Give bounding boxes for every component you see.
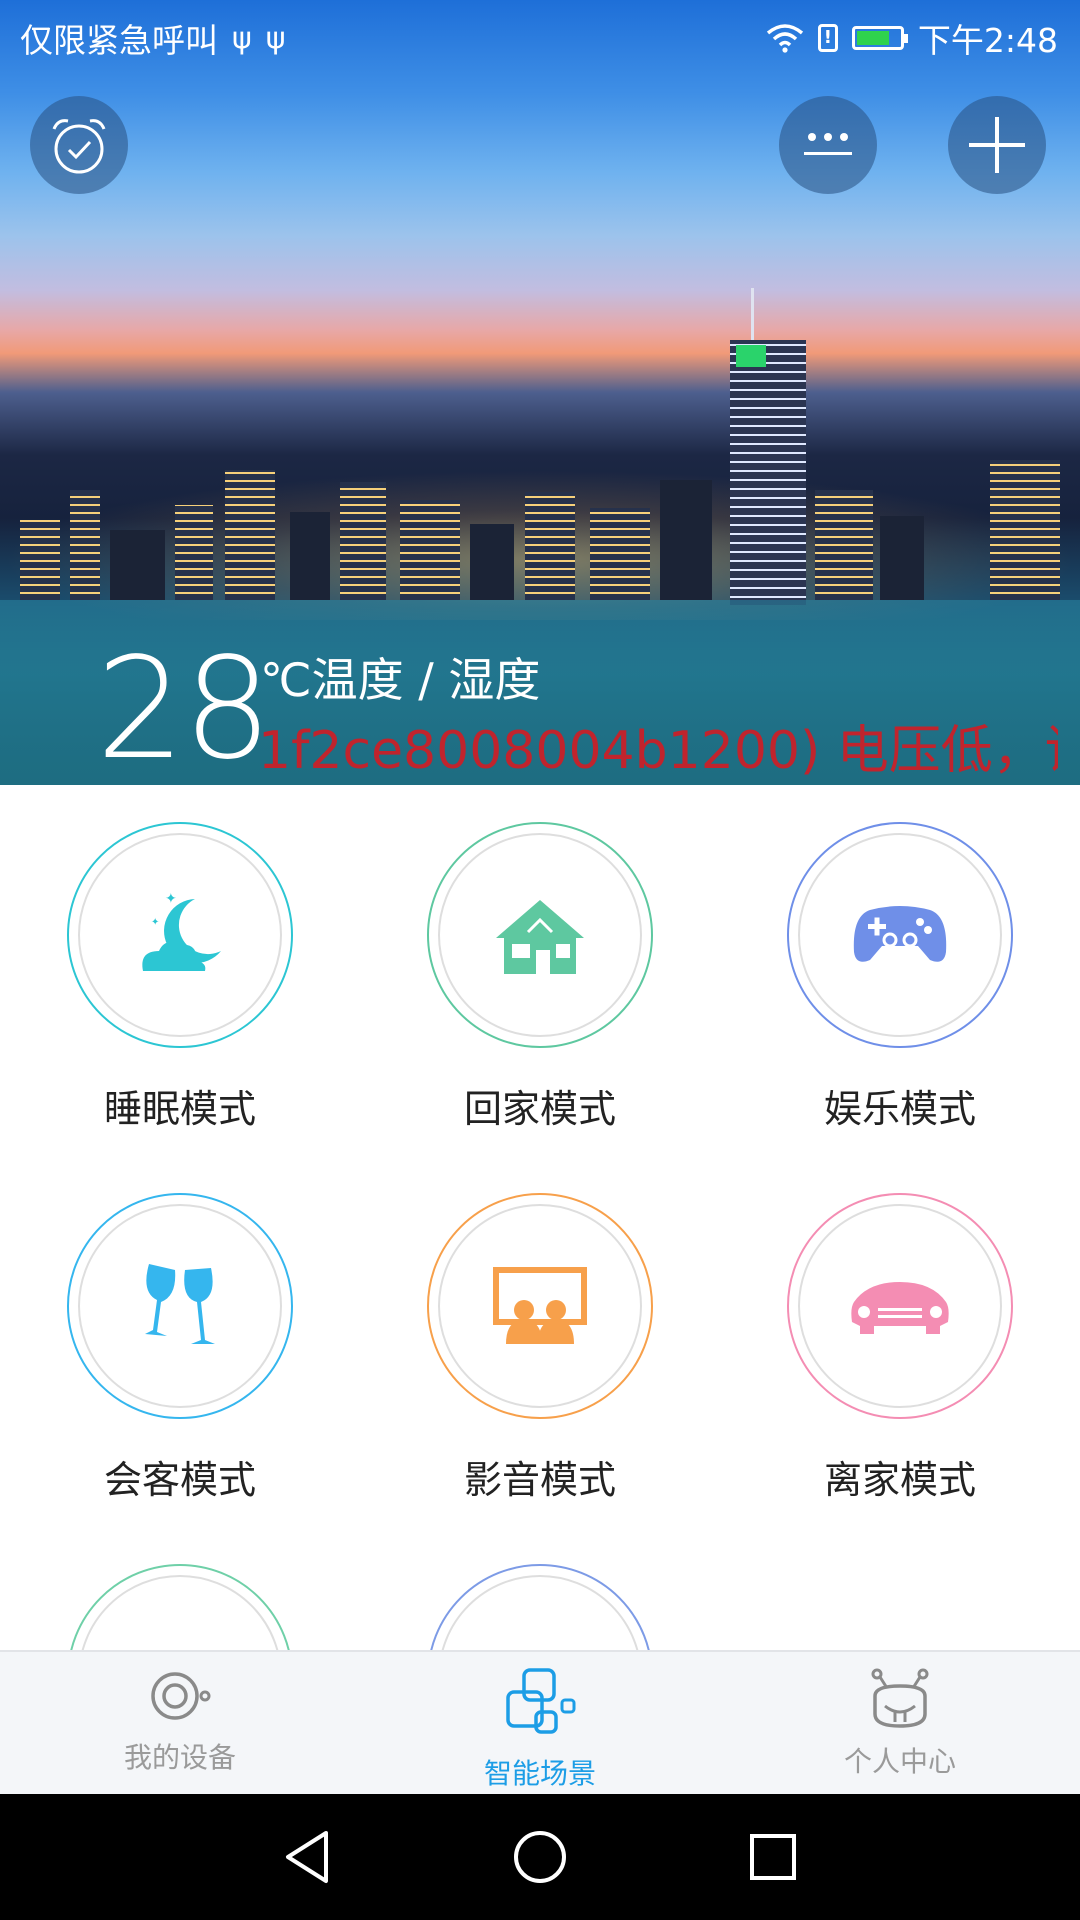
low-voltage-warning: 1f2ce8008004b1200) 电压低，请 bbox=[258, 721, 1058, 781]
tower-sign bbox=[736, 345, 766, 367]
usb-icon: ψ bbox=[232, 20, 252, 56]
cinema-icon bbox=[493, 1267, 587, 1344]
nav-smart-scenes[interactable]: 智能场景 bbox=[360, 1652, 720, 1796]
building bbox=[110, 530, 165, 600]
carrier-text: 仅限紧急呼叫 bbox=[20, 21, 218, 60]
building bbox=[880, 516, 924, 600]
scene-entertainment[interactable]: 娱乐模式 bbox=[780, 822, 1020, 1133]
scene-grid: ✦ ✦ 睡眠模式 回家模式 娱乐模式 会客模式 影音模式 离家模式 bbox=[0, 785, 1080, 1650]
alarm-clock-icon bbox=[52, 119, 106, 174]
battery-icon bbox=[851, 26, 908, 50]
scene-ring bbox=[67, 1564, 293, 1650]
add-button[interactable] bbox=[948, 96, 1046, 194]
bottom-navigation: 我的设备 智能场景 个人中心 bbox=[0, 1650, 1080, 1796]
building bbox=[470, 524, 514, 600]
scene-label: 娱乐模式 bbox=[823, 1087, 976, 1131]
building bbox=[225, 470, 275, 600]
more-icon bbox=[804, 133, 852, 155]
status-right: ! 下午2:48 bbox=[766, 14, 1058, 62]
scene-ring-inner bbox=[438, 1204, 642, 1408]
building bbox=[290, 512, 330, 600]
temperature-humidity-label: ℃温度 / 湿度 bbox=[260, 653, 541, 707]
scene-partial[interactable] bbox=[60, 1564, 300, 1650]
building bbox=[20, 520, 60, 600]
scene-label: 睡眠模式 bbox=[103, 1087, 256, 1131]
scene-label: 回家模式 bbox=[463, 1087, 616, 1131]
smart-scene-icon bbox=[506, 1668, 576, 1734]
scene-label: 影音模式 bbox=[463, 1458, 616, 1502]
house-icon bbox=[496, 900, 584, 974]
building bbox=[525, 492, 575, 600]
building bbox=[990, 460, 1060, 600]
scene-cinema[interactable]: 影音模式 bbox=[420, 1193, 660, 1504]
nav-label: 个人中心 bbox=[843, 1745, 956, 1778]
landmark-tower bbox=[730, 340, 806, 605]
plus-icon bbox=[969, 117, 1025, 173]
building bbox=[400, 500, 460, 600]
status-left: 仅限紧急呼叫 ψ ψ bbox=[20, 14, 286, 62]
nav-personal-center[interactable]: 个人中心 bbox=[720, 1652, 1080, 1796]
car-icon bbox=[851, 1282, 949, 1334]
scene-away[interactable]: 离家模式 bbox=[780, 1193, 1020, 1504]
building bbox=[340, 482, 386, 600]
moon-cloud-icon: ✦ ✦ bbox=[142, 891, 221, 971]
scene-ring bbox=[427, 822, 653, 1048]
clock: 下午2:48 bbox=[917, 21, 1058, 60]
recents-square-icon bbox=[750, 1834, 797, 1880]
nav-label: 智能场景 bbox=[483, 1757, 596, 1790]
scene-ring bbox=[787, 822, 1013, 1048]
building bbox=[660, 480, 712, 600]
svg-text:✦: ✦ bbox=[151, 917, 159, 928]
usb-icon: ψ bbox=[265, 20, 286, 56]
robot-icon bbox=[871, 1668, 929, 1728]
scene-ring bbox=[787, 1193, 1013, 1419]
building bbox=[815, 490, 873, 600]
recents-button[interactable] bbox=[738, 1822, 808, 1892]
scene-label: 离家模式 bbox=[823, 1458, 976, 1502]
scene-ring bbox=[427, 1193, 653, 1419]
scene-guest[interactable]: 会客模式 bbox=[60, 1193, 300, 1504]
home-button[interactable] bbox=[505, 1822, 575, 1892]
back-triangle-icon bbox=[285, 1831, 328, 1883]
scene-sleep[interactable]: ✦ ✦ 睡眠模式 bbox=[60, 822, 300, 1133]
home-circle-icon bbox=[513, 1831, 566, 1883]
scene-partial[interactable] bbox=[420, 1564, 660, 1650]
wifi-icon bbox=[766, 24, 804, 53]
scene-ring: ✦ ✦ bbox=[67, 822, 293, 1048]
alarm-button[interactable] bbox=[30, 96, 128, 194]
scene-ring-inner: ✦ ✦ bbox=[78, 833, 282, 1037]
device-icon bbox=[151, 1672, 211, 1720]
scene-ring-inner bbox=[438, 833, 642, 1037]
sim-alert-icon: ! bbox=[817, 24, 838, 52]
scene-home[interactable]: 回家模式 bbox=[420, 822, 660, 1133]
building bbox=[175, 505, 213, 600]
nav-label: 我的设备 bbox=[123, 1741, 236, 1774]
temperature-value: 28 bbox=[96, 628, 272, 791]
svg-text:✦: ✦ bbox=[165, 891, 177, 907]
scene-ring bbox=[427, 1564, 653, 1650]
scene-ring bbox=[67, 1193, 293, 1419]
tower-spire bbox=[751, 288, 754, 348]
scene-label: 会客模式 bbox=[103, 1458, 256, 1502]
back-button[interactable] bbox=[272, 1822, 342, 1892]
wine-glasses-icon bbox=[145, 1264, 215, 1344]
gamepad-icon bbox=[853, 906, 947, 962]
scene-ring-inner bbox=[438, 1575, 642, 1650]
scene-ring-inner bbox=[798, 1204, 1002, 1408]
building bbox=[590, 508, 650, 600]
nav-my-devices[interactable]: 我的设备 bbox=[0, 1652, 360, 1796]
status-bar: 仅限紧急呼叫 ψ ψ ! 下午2:48 bbox=[0, 0, 1080, 72]
building bbox=[70, 490, 100, 600]
scene-ring-inner bbox=[78, 1575, 282, 1650]
battery-level bbox=[856, 31, 890, 45]
more-button[interactable] bbox=[779, 96, 877, 194]
scene-ring-inner bbox=[798, 833, 1002, 1037]
scene-ring-inner bbox=[78, 1204, 282, 1408]
system-navigation-bar bbox=[0, 1794, 1080, 1920]
